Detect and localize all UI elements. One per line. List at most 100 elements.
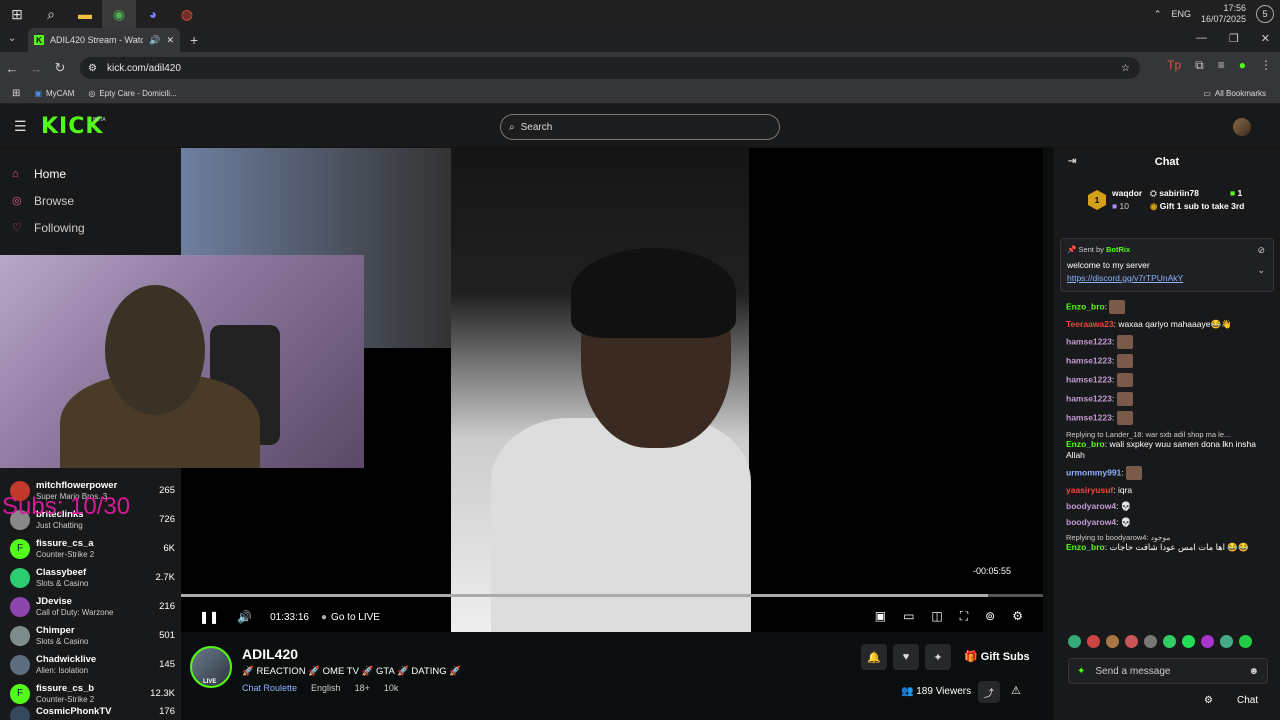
profile-icon[interactable]: ● bbox=[1239, 58, 1246, 73]
channel-item[interactable]: CosmicPhonkTV 176 bbox=[10, 706, 175, 720]
tab-list-icon[interactable]: ⌄ bbox=[8, 33, 16, 44]
volume-icon[interactable]: 🔊 bbox=[237, 610, 252, 624]
tag-age[interactable]: 18+ bbox=[355, 683, 370, 693]
chat-username[interactable]: Enzo_bro bbox=[1066, 439, 1105, 449]
discord-icon[interactable]: ◕ bbox=[136, 0, 170, 28]
chat-username[interactable]: hamse1223 bbox=[1066, 336, 1112, 346]
chat-message-input[interactable]: ✦ Send a message ☻ bbox=[1068, 658, 1268, 684]
sidebar-item-home[interactable]: ⌂ Home bbox=[12, 160, 181, 187]
menu-icon[interactable]: ⋮ bbox=[1260, 58, 1272, 73]
go-to-live-button[interactable]: ● Go to LIVE bbox=[321, 612, 380, 623]
chat-username[interactable]: Teeraawa23 bbox=[1066, 319, 1114, 329]
forward-icon[interactable]: → bbox=[24, 61, 48, 76]
sidebar-item-following[interactable]: ♡ Following bbox=[12, 214, 181, 241]
channel-item[interactable]: Chimper Slots & Casino 501 bbox=[10, 621, 175, 650]
seek-bar[interactable] bbox=[181, 594, 1043, 597]
emote-icon[interactable] bbox=[1201, 635, 1214, 648]
speaker-icon[interactable]: 🔊 bbox=[149, 35, 160, 46]
expand-pinned-icon[interactable]: ⌄ bbox=[1257, 265, 1265, 276]
emote-icon[interactable] bbox=[1087, 635, 1100, 648]
sparkle-icon[interactable]: ✦ bbox=[1077, 666, 1085, 677]
chrome-icon[interactable]: ◉ bbox=[102, 0, 136, 28]
chat-username[interactable]: boodyarow4 bbox=[1066, 501, 1116, 511]
sidebar-item-browse[interactable]: ◎ Browse bbox=[12, 187, 181, 214]
bookmark-star-icon[interactable]: ☆ bbox=[1121, 63, 1130, 74]
emote-icon[interactable] bbox=[1239, 635, 1252, 648]
emote-icon[interactable] bbox=[1106, 635, 1119, 648]
back-icon[interactable]: ← bbox=[0, 61, 24, 76]
emote-icon[interactable] bbox=[1182, 635, 1195, 648]
tag-followers[interactable]: 10k bbox=[384, 683, 399, 693]
report-button[interactable]: ⚠ bbox=[1011, 684, 1021, 697]
chat-username[interactable]: hamse1223 bbox=[1066, 355, 1112, 365]
restore-icon[interactable]: ❐ bbox=[1229, 32, 1239, 45]
collapse-chat-icon[interactable]: ⇥ bbox=[1068, 156, 1076, 167]
apps-grid-icon[interactable]: ⊞ bbox=[12, 88, 20, 99]
unpin-icon[interactable]: ⊘ bbox=[1257, 245, 1265, 256]
cinema-mode-icon[interactable]: ◫ bbox=[931, 609, 942, 624]
gifter-name[interactable]: sabiriin78 bbox=[1159, 188, 1199, 198]
chat-settings-icon[interactable]: ⚙ bbox=[1204, 695, 1213, 706]
channel-item[interactable]: Classybeef Slots & Casino 2.7K bbox=[10, 563, 175, 592]
search-input[interactable]: ⌕ Search bbox=[500, 114, 780, 140]
follow-button[interactable]: ♥ bbox=[893, 644, 919, 670]
language-indicator[interactable]: ENG bbox=[1171, 9, 1191, 19]
user-avatar[interactable] bbox=[1233, 118, 1251, 136]
emote-icon[interactable] bbox=[1068, 635, 1081, 648]
chat-username[interactable]: hamse1223 bbox=[1066, 412, 1112, 422]
channel-item[interactable]: JDevise Call of Duty: Warzone 216 bbox=[10, 592, 175, 621]
miniplayer-icon[interactable]: ▣ bbox=[875, 609, 886, 624]
theater-icon[interactable]: ▭ bbox=[903, 609, 914, 624]
spark-button[interactable]: ✦ bbox=[925, 644, 951, 670]
channel-item[interactable]: F fissure_cs_b Counter-Strike 2 12.3K bbox=[10, 679, 175, 708]
clip-icon[interactable]: ⊚ bbox=[985, 609, 995, 624]
category-link[interactable]: Chat Roulette bbox=[242, 683, 297, 693]
pause-icon[interactable]: ❚❚ bbox=[199, 610, 219, 624]
minimize-icon[interactable]: — bbox=[1196, 32, 1207, 45]
notification-badge[interactable]: 5 bbox=[1256, 5, 1274, 23]
settings-gear-icon[interactable]: ⚙ bbox=[1012, 609, 1023, 624]
channel-item[interactable]: Chadwicklive Alien: Isolation 145 bbox=[10, 650, 175, 679]
discord-link[interactable]: https://discord.gg/v7rTPUnAkY bbox=[1067, 273, 1267, 283]
chat-username[interactable]: yaasiryusuf bbox=[1066, 485, 1113, 495]
share-button[interactable]: ⤴ bbox=[978, 681, 1000, 703]
emoji-picker-icon[interactable]: ☻ bbox=[1248, 666, 1259, 677]
clock[interactable]: 17:56 16/07/2025 bbox=[1201, 3, 1246, 25]
hamburger-menu-icon[interactable]: ☰ bbox=[14, 118, 27, 135]
chat-username[interactable]: Enzo_bro bbox=[1066, 542, 1105, 552]
new-tab-icon[interactable]: + bbox=[190, 32, 198, 48]
chat-username[interactable]: hamse1223 bbox=[1066, 393, 1112, 403]
fullscreen-icon[interactable]: ⛶ bbox=[960, 609, 968, 624]
emote-icon[interactable] bbox=[1220, 635, 1233, 648]
tray-chevron-icon[interactable]: ⌃ bbox=[1154, 9, 1162, 20]
channel-item[interactable]: F fissure_cs_a Counter-Strike 2 6K bbox=[10, 534, 175, 563]
bookmark-epty[interactable]: ◎ Epty Care - Domicili... bbox=[88, 89, 176, 98]
close-tab-icon[interactable]: ✕ bbox=[166, 35, 174, 46]
windows-start-icon[interactable]: ⊞ bbox=[0, 0, 34, 28]
chat-username[interactable]: urmommy991 bbox=[1066, 467, 1121, 477]
site-info-icon[interactable]: ⚙ bbox=[88, 63, 97, 74]
gift-subs-button[interactable]: 🎁 Gift Subs bbox=[964, 650, 1030, 663]
emote-icon[interactable] bbox=[1125, 635, 1138, 648]
reading-list-icon[interactable]: ≡ bbox=[1218, 58, 1225, 73]
file-explorer-icon[interactable]: ▬ bbox=[68, 0, 102, 28]
bot-name[interactable]: BotRix bbox=[1106, 245, 1130, 254]
notification-bell-button[interactable]: 🔔 bbox=[861, 644, 887, 670]
emote-icon[interactable] bbox=[1144, 635, 1157, 648]
extension-tp-icon[interactable]: Tp bbox=[1167, 58, 1181, 73]
send-chat-button[interactable]: Chat bbox=[1237, 695, 1258, 706]
browser-tab-kick[interactable]: K ADIL420 Stream - Watch Li 🔊 ✕ bbox=[28, 28, 180, 52]
obs-icon[interactable]: ◍ bbox=[170, 0, 204, 28]
streamer-name[interactable]: ADIL420 bbox=[242, 646, 298, 662]
chat-username[interactable]: hamse1223 bbox=[1066, 374, 1112, 384]
chat-username[interactable]: Enzo_bro bbox=[1066, 301, 1105, 311]
bookmark-mycam[interactable]: ▣ MyCAM bbox=[34, 89, 74, 98]
address-bar[interactable]: ⚙ kick.com/adil420 ☆ bbox=[80, 57, 1140, 79]
chat-username[interactable]: boodyarow4 bbox=[1066, 517, 1116, 527]
close-window-icon[interactable]: ✕ bbox=[1261, 32, 1270, 45]
reload-icon[interactable]: ↻ bbox=[48, 60, 72, 76]
gift-cta[interactable]: ◉ Gift 1 sub to take 3rd bbox=[1150, 201, 1244, 212]
leader-name[interactable]: waqdor bbox=[1112, 188, 1142, 198]
tag-language[interactable]: English bbox=[311, 683, 341, 693]
all-bookmarks[interactable]: ▭ All Bookmarks bbox=[1203, 89, 1266, 98]
